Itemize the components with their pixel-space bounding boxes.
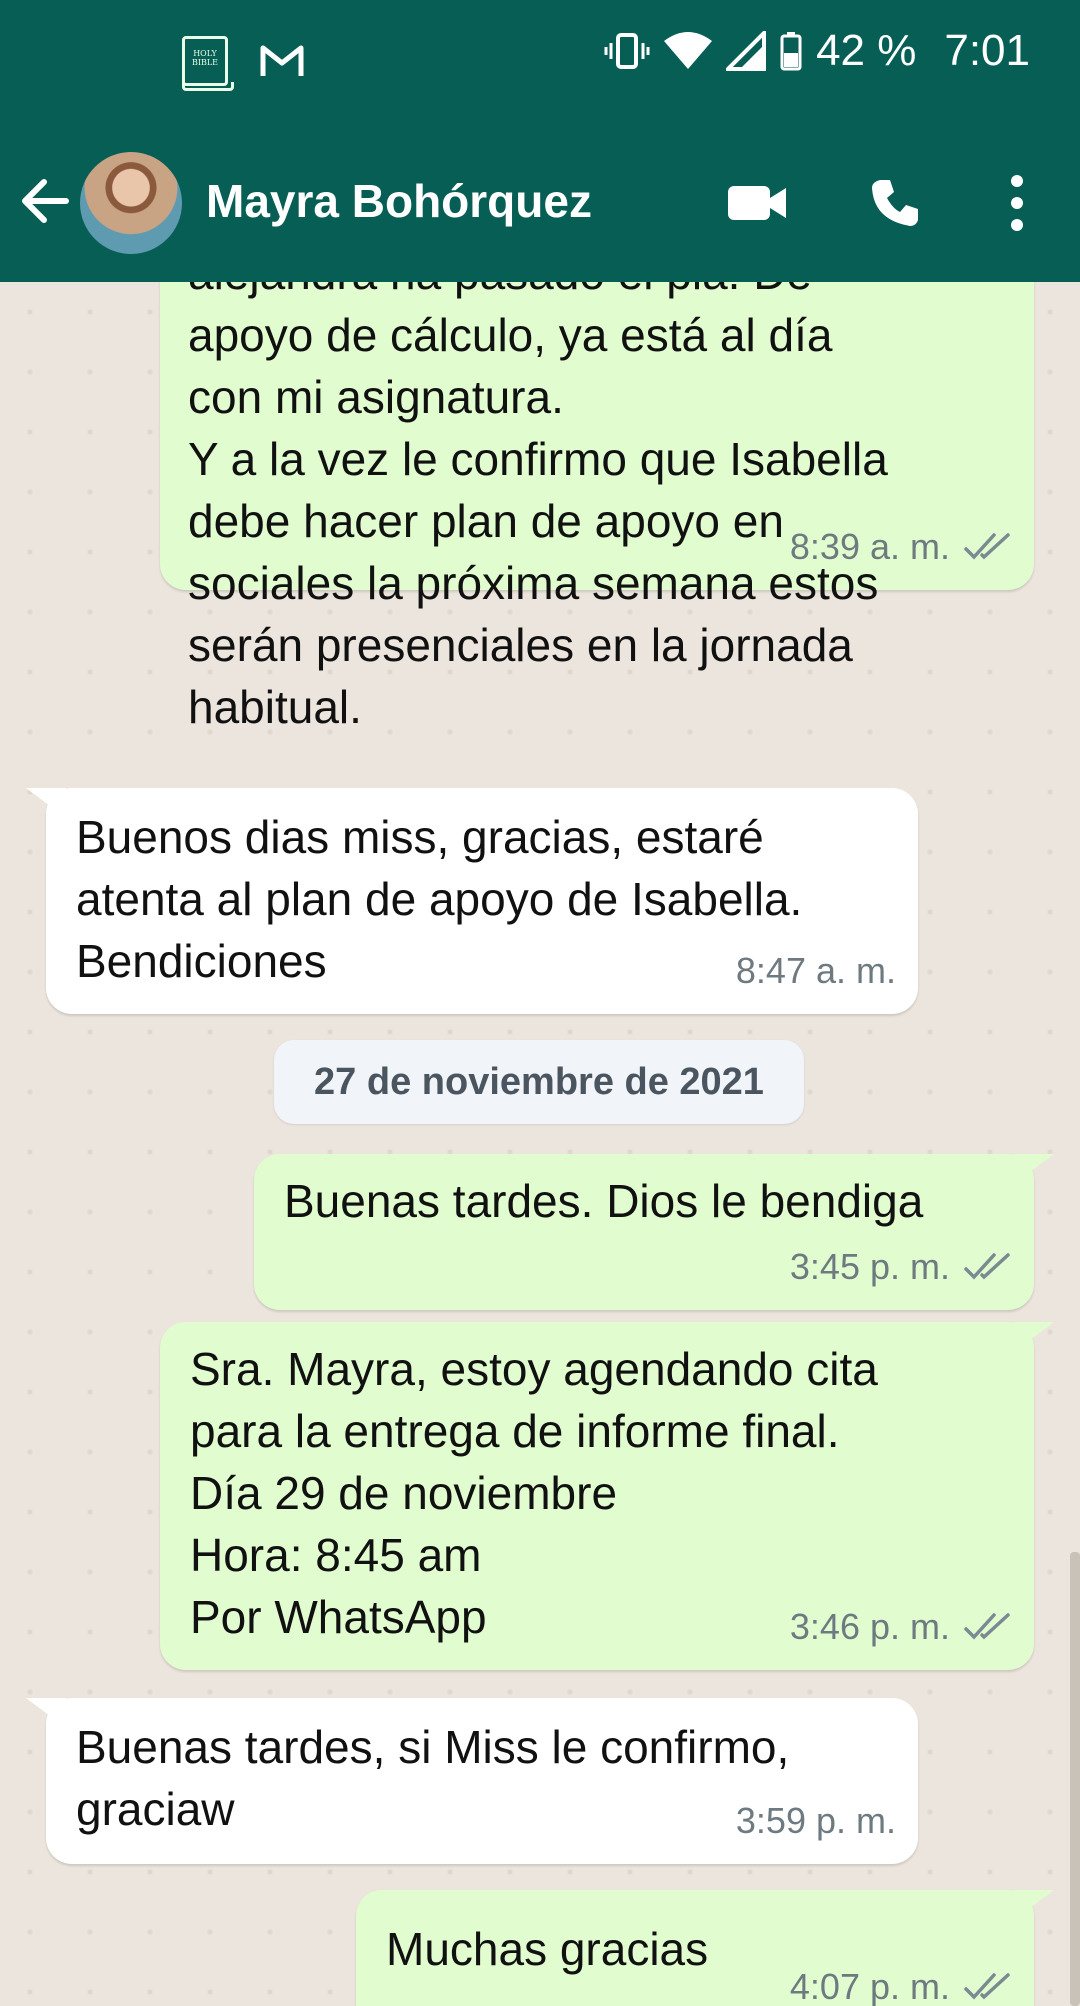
scrollbar[interactable]	[1070, 1552, 1080, 2006]
gmail-icon	[260, 45, 304, 76]
outgoing-message[interactable]: Sra. Mayra, estoy agendando cita para la…	[160, 1322, 1034, 1670]
more-options-icon[interactable]	[1002, 174, 1032, 232]
message-list[interactable]: alejandra ha pasado el pla. De apoyo de …	[0, 282, 1080, 2006]
message-meta: 3:46 p. m.	[790, 1596, 1012, 1658]
double-check-icon	[964, 1253, 1010, 1280]
system-status: 42 % 7:01	[604, 26, 1030, 76]
status-bar: HOLY BIBLE 42 % 7:01	[0, 0, 1080, 124]
outgoing-message[interactable]: alejandra ha pasado el pla. De apoyo de …	[160, 282, 1034, 733]
double-check-icon	[964, 533, 1010, 560]
date-separator: 27 de noviembre de 2021	[274, 1040, 804, 1124]
chat-header: Mayra Bohórquez	[0, 124, 1080, 282]
whatsapp-chat-screen: HOLY BIBLE 42 % 7:01 Mayra Bohórquez apo…	[0, 0, 1080, 2006]
back-arrow-icon[interactable]	[18, 174, 72, 228]
contact-avatar[interactable]	[80, 152, 182, 254]
wifi-icon	[664, 32, 713, 69]
message-meta: 3:59 p. m.	[736, 1790, 896, 1852]
message-meta: 3:45 p. m.	[790, 1236, 1012, 1298]
message-text: Buenas tardes. Dios le bendiga	[284, 1175, 924, 1227]
incoming-message[interactable]: Buenas tardes, si Miss le confirmo, grac…	[46, 1698, 918, 1864]
message-time: 4:07 p. m.	[789, 1966, 950, 2006]
message-meta: 8:47 a. m.	[736, 940, 896, 1002]
bible-app-icon: HOLY BIBLE	[182, 36, 234, 91]
notification-icons: HOLY BIBLE	[182, 36, 304, 91]
clock: 7:01	[944, 26, 1030, 75]
message-time: 8:39 a. m.	[789, 526, 950, 567]
outgoing-message[interactable]: Buenas tardes. Dios le bendiga 3:45 p. m…	[254, 1154, 1034, 1310]
battery-icon	[780, 32, 802, 71]
message-meta: 8:39 a. m.	[790, 516, 1012, 578]
video-call-icon[interactable]	[726, 180, 788, 226]
incoming-message[interactable]: Buenos dias miss, gracias, estaré atenta…	[46, 788, 918, 1014]
double-check-icon	[964, 1613, 1010, 1640]
outgoing-message[interactable]: Muchas gracias 4:07 p. m.	[356, 1890, 1034, 2006]
message-meta: 4:07 p. m.	[790, 1956, 1012, 2006]
contact-name[interactable]: Mayra Bohórquez	[206, 174, 592, 228]
vibrate-icon	[604, 33, 650, 69]
message-text: alejandra ha pasado el pla. De apoyo de …	[188, 282, 888, 733]
message-time: 3:45 p. m.	[789, 1246, 950, 1287]
voice-call-icon[interactable]	[868, 176, 922, 230]
message-time: 8:47 a. m.	[735, 950, 896, 991]
double-check-icon	[964, 1973, 1010, 2000]
battery-percentage: 42 %	[816, 26, 917, 75]
message-time: 3:59 p. m.	[735, 1800, 896, 1841]
signal-icon	[726, 31, 767, 71]
message-time: 3:46 p. m.	[789, 1606, 950, 1647]
